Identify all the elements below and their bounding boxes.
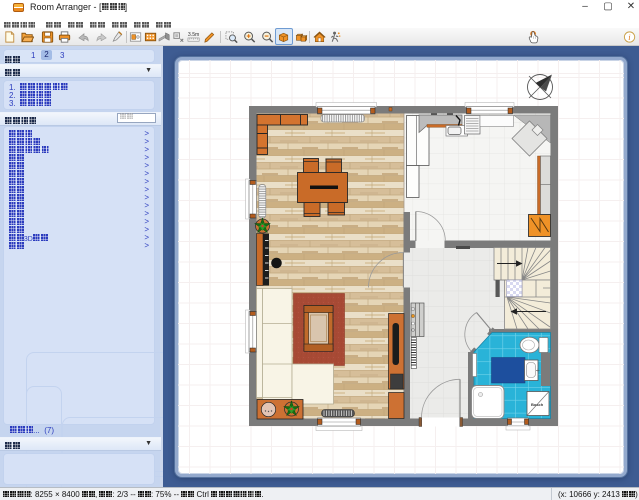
svg-text:Bosch: Bosch xyxy=(531,402,544,407)
svg-text:3.5m: 3.5m xyxy=(188,32,199,38)
